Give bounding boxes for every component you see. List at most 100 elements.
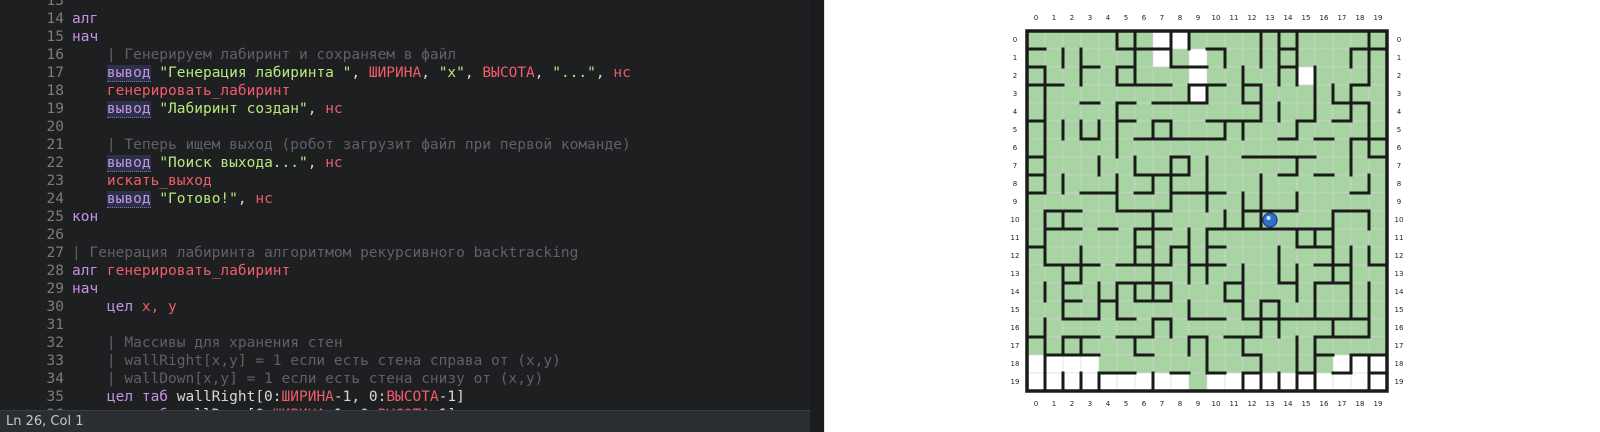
code-line[interactable]: 17 вывод "Генерация лабиринта ", ШИРИНА,… — [0, 64, 810, 82]
maze-cell — [1224, 174, 1244, 194]
maze-cell — [1332, 210, 1352, 230]
pane-divider[interactable] — [810, 0, 824, 432]
code-line[interactable]: 25 кон — [0, 208, 810, 226]
maze-cell — [1314, 192, 1334, 212]
row-label: 12 — [1395, 252, 1404, 260]
code-line[interactable]: 32 | Массивы для хранения стен — [0, 334, 810, 352]
code-line[interactable]: 15 нач — [0, 28, 810, 46]
line-number: 14 — [46, 11, 64, 27]
maze-cell — [1044, 138, 1064, 158]
maze-cell — [1116, 282, 1136, 302]
code-line[interactable]: 33 | wallRight[x,y] = 1 если есть стена … — [0, 352, 810, 370]
row-label: 16 — [1395, 324, 1404, 332]
maze-cell — [1296, 174, 1316, 194]
code-token: нач — [72, 29, 99, 45]
code-line[interactable]: 24 вывод "Готово!", нс — [0, 190, 810, 208]
maze-cell — [1368, 156, 1388, 176]
maze-cell — [1062, 318, 1082, 338]
maze-cell — [1332, 246, 1352, 266]
row-label: 14 — [1011, 288, 1020, 296]
code-token: , — [307, 155, 326, 171]
line-text: кон — [72, 208, 98, 226]
maze-cell — [1062, 336, 1082, 356]
maze-cell — [1278, 300, 1298, 320]
maze-cell — [1242, 282, 1262, 302]
maze-cell — [1026, 336, 1046, 356]
line-text: | Генерация лабиринта алгоритмом рекурси… — [72, 244, 578, 262]
maze-cell — [1098, 318, 1118, 338]
maze-cell — [1062, 30, 1082, 50]
row-label: 18 — [1395, 360, 1404, 368]
maze-cell — [1152, 228, 1172, 248]
code-token: цел — [106, 299, 134, 315]
maze-cell — [1080, 174, 1100, 194]
maze-cell — [1314, 138, 1334, 158]
status-bar: Ln 26, Col 1 — [0, 410, 810, 432]
maze-cell — [1152, 282, 1172, 302]
code-line[interactable]: 13 — [0, 0, 810, 10]
maze-cell — [1278, 48, 1298, 68]
code-token: вывод — [106, 65, 151, 82]
maze-cell — [1062, 246, 1082, 266]
row-label: 3 — [1397, 90, 1401, 98]
maze-cell — [1116, 48, 1136, 68]
code-line[interactable]: 30 цел x, y — [0, 298, 810, 316]
code-token: генерировать_лабиринт — [106, 263, 291, 279]
code-token: нс — [255, 191, 273, 207]
code-token: кон — [72, 209, 99, 225]
code-line[interactable]: 23 искать_выход — [0, 172, 810, 190]
maze-cell — [1170, 228, 1190, 248]
code-token: , — [421, 65, 439, 81]
line-text: | wallDown[x,y] = 1 если есть стена сниз… — [72, 370, 544, 388]
code-line[interactable]: 29 нач — [0, 280, 810, 298]
maze-cell — [1260, 300, 1280, 320]
code-line[interactable]: 26 — [0, 226, 810, 244]
code-line[interactable]: 21 | Теперь ищем выход (робот загрузит ф… — [0, 136, 810, 154]
maze-cell — [1224, 66, 1244, 86]
maze-cell — [1260, 30, 1280, 50]
maze-cell — [1134, 210, 1154, 230]
line-text: | Генерируем лабиринт и сохраняем в файл — [72, 46, 456, 64]
maze-cell — [1098, 228, 1118, 248]
maze-cell — [1044, 264, 1064, 284]
code-line[interactable]: 14 алг — [0, 10, 810, 28]
maze-cell — [1224, 120, 1244, 140]
code-token: | Генерация лабиринта алгоритмом рекурси… — [72, 245, 579, 261]
maze-cell — [1152, 30, 1172, 50]
maze-cell — [1260, 48, 1280, 68]
maze-cell — [1206, 228, 1226, 248]
code-token: -1] — [438, 389, 465, 405]
maze-cell — [1278, 138, 1298, 158]
code-editor[interactable]: 13 14 алг 15 нач 16 | Генерируем лабиринт и с… — [0, 0, 810, 432]
code-line[interactable]: 34 | wallDown[x,y] = 1 если есть стена с… — [0, 370, 810, 388]
maze-cell — [1224, 246, 1244, 266]
code-line[interactable]: 19 вывод "Лабиринт создан", нс — [0, 100, 810, 118]
code-line[interactable]: 28 алг генерировать_лабиринт — [0, 262, 810, 280]
code-line[interactable]: 20 — [0, 118, 810, 136]
code-line[interactable]: 16 | Генерируем лабиринт и сохраняем в ф… — [0, 46, 810, 64]
maze-cell — [1116, 102, 1136, 122]
maze-cell — [1170, 354, 1190, 374]
code-line[interactable]: 27 | Генерация лабиринта алгоритмом рекур… — [0, 244, 810, 262]
code-line[interactable]: 18 генерировать_лабиринт — [0, 82, 810, 100]
maze-cell — [1314, 246, 1334, 266]
maze-cell — [1170, 30, 1190, 50]
maze-cell — [1152, 66, 1172, 86]
maze-cell — [1062, 84, 1082, 104]
line-text: цел таб wallRight[0:ШИРИНА-1, 0:ВЫСОТА-1… — [72, 388, 465, 406]
code-line[interactable]: 31 — [0, 316, 810, 334]
maze-cell — [1368, 30, 1388, 50]
code-line[interactable]: 22 вывод "Поиск выхода...", нс — [0, 154, 810, 172]
maze-cell — [1332, 354, 1352, 374]
maze-cell — [1026, 264, 1046, 284]
maze-cell — [1044, 66, 1064, 86]
maze-cell — [1242, 228, 1262, 248]
code-line[interactable]: 35 цел таб wallRight[0:ШИРИНА-1, 0:ВЫСОТ… — [0, 388, 810, 406]
code-area[interactable]: 13 14 алг 15 нач 16 | Генерируем лабиринт и с… — [0, 0, 810, 424]
maze-cell — [1242, 174, 1262, 194]
maze-cell — [1350, 354, 1370, 374]
col-label: 5 — [1124, 14, 1128, 22]
row-label: 6 — [1397, 144, 1402, 152]
